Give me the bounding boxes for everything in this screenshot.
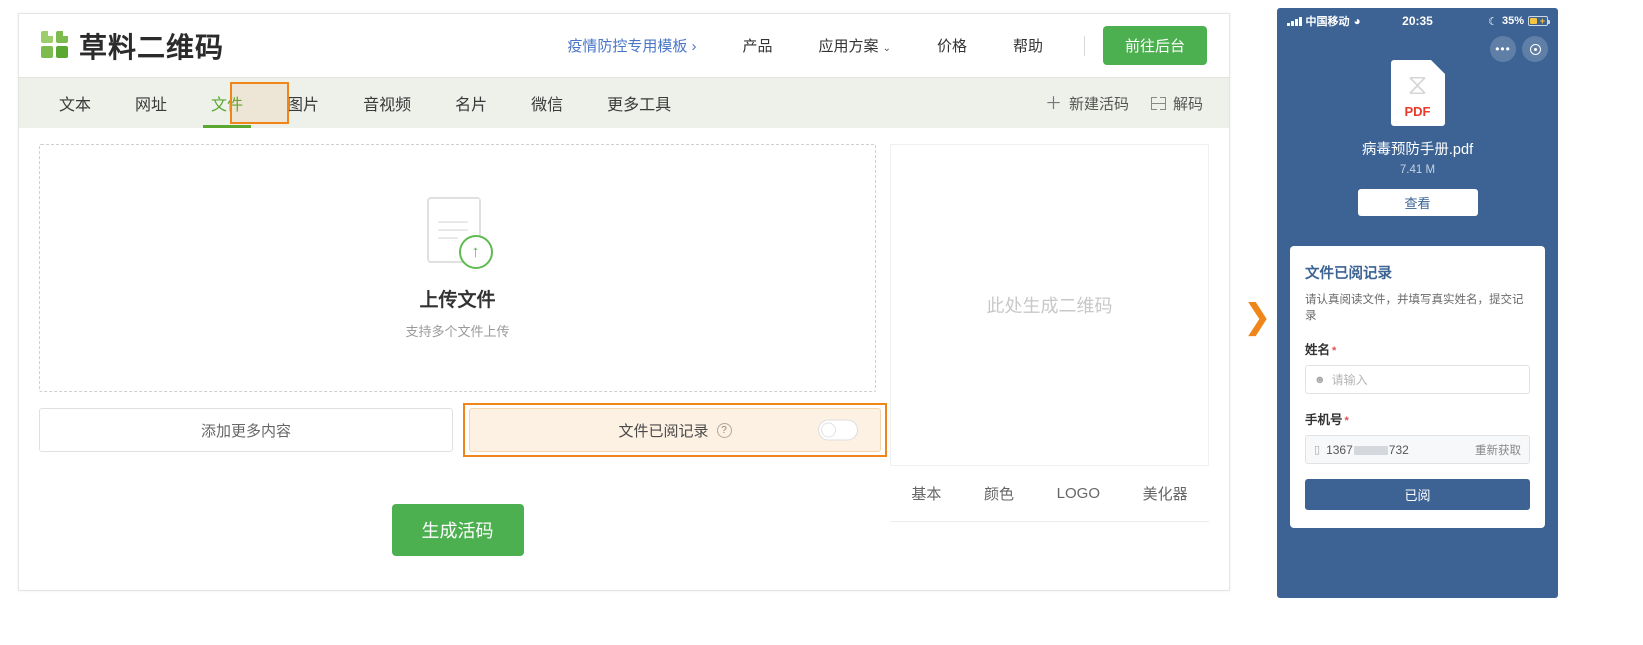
mobile-phone-icon: ▯: [1314, 444, 1321, 456]
qr-preview-placeholder: 此处生成二维码: [890, 144, 1209, 466]
required-asterisk-icon: *: [1332, 345, 1337, 357]
new-dynamic-code-button[interactable]: ＋ 新建活码: [1045, 93, 1129, 114]
web-app-window: 草料二维码 疫情防控专用模板 › 产品 应用方案 ⌄ 价格 帮助 前往后台 文本 …: [18, 13, 1230, 591]
phone-status-bar: 中国移动 ◕ 20:35 ☾ 35% +: [1277, 8, 1558, 34]
nav-item-help[interactable]: 帮助: [990, 35, 1066, 56]
read-record-form-card: 文件已阅记录 请认真阅读文件，并填写真实姓名，提交记录 姓名 * ☻ 请输入 手机…: [1290, 246, 1545, 528]
tab-text[interactable]: 文本: [37, 78, 113, 128]
site-header: 草料二维码 疫情防控专用模板 › 产品 应用方案 ⌄ 价格 帮助 前往后台: [19, 14, 1229, 77]
phone-field-label: 手机号 *: [1305, 409, 1530, 428]
phone-input-value: 1367 732: [1326, 443, 1409, 457]
new-dynamic-code-label: 新建活码: [1068, 95, 1129, 113]
form-title: 文件已阅记录: [1305, 266, 1392, 282]
user-icon: ☻: [1314, 373, 1326, 386]
tab-file[interactable]: 文件: [189, 78, 265, 128]
masked-digits: [1353, 445, 1388, 455]
name-input[interactable]: ☻ 请输入: [1305, 365, 1530, 394]
decode-button[interactable]: 解码: [1150, 93, 1203, 114]
plus-icon: ＋: [1044, 93, 1062, 113]
qr-tab-beautifier[interactable]: 美化器: [1143, 483, 1188, 504]
file-read-record-toggle-row[interactable]: 文件已阅记录 ?: [469, 408, 881, 452]
battery-icon: +: [1528, 16, 1550, 26]
moon-icon: ☾: [1488, 15, 1498, 28]
help-question-icon[interactable]: ?: [716, 422, 732, 438]
form-subtitle: 请认真阅读文件，并填写真实姓名，提交记录: [1305, 294, 1524, 322]
status-right: ☾ 35% +: [1488, 15, 1550, 28]
upload-file-icon: ↑: [426, 196, 493, 269]
decode-label: 解码: [1172, 95, 1203, 113]
site-logo[interactable]: 草料二维码: [41, 26, 224, 66]
flow-arrow-icon: ❯: [1243, 297, 1272, 337]
go-to-console-button[interactable]: 前往后台: [1102, 26, 1207, 65]
pdf-file-icon: ⧖ PDF: [1390, 60, 1445, 126]
name-label-text: 姓名: [1305, 343, 1331, 357]
generate-button-wrap: 生成活码: [39, 504, 876, 556]
editor-left-column: ↑ 上传文件 支持多个文件上传 添加更多内容 文件已阅记录 ? 生成活码: [39, 144, 887, 591]
tab-url[interactable]: 网址: [113, 78, 189, 128]
tabbar-actions: ＋ 新建活码 解码: [1045, 78, 1211, 128]
screenshot-root: 草料二维码 疫情防控专用模板 › 产品 应用方案 ⌄ 价格 帮助 前往后台 文本 …: [0, 0, 1643, 645]
file-read-record-label: 文件已阅记录: [618, 422, 709, 440]
qr-tab-basic[interactable]: 基本: [911, 483, 941, 504]
editor-content: ↑ 上传文件 支持多个文件上传 添加更多内容 文件已阅记录 ? 生成活码 此处生…: [19, 128, 1229, 591]
chevron-down-icon: ⌄: [882, 43, 891, 54]
nav-item-solutions[interactable]: 应用方案 ⌄: [796, 35, 914, 56]
tab-business-card[interactable]: 名片: [433, 78, 509, 128]
phone-file-card: ⧖ PDF 病毒预防手册.pdf 7.41 M 查看: [1277, 34, 1558, 230]
name-field-label: 姓名 *: [1305, 339, 1530, 358]
qr-tab-color[interactable]: 颜色: [984, 483, 1014, 504]
phone-prefix: 1367: [1326, 442, 1353, 457]
close-mini-program-button[interactable]: [1522, 36, 1548, 62]
ellipsis-icon: •••: [1495, 42, 1511, 56]
file-read-record-switch[interactable]: [818, 419, 858, 441]
header-divider: [1083, 35, 1085, 56]
qr-tab-logo[interactable]: LOGO: [1057, 485, 1100, 502]
nav-item-template[interactable]: 疫情防控专用模板 ›: [544, 35, 719, 56]
nav-item-pricing[interactable]: 价格: [914, 35, 990, 56]
logo-text: 草料二维码: [79, 31, 225, 63]
phone-preview: 中国移动 ◕ 20:35 ☾ 35% + ••• ⧖ PDF 病毒预防手册.pd…: [1277, 8, 1558, 598]
required-asterisk-icon-2: *: [1344, 415, 1349, 427]
submit-read-button[interactable]: 已阅: [1305, 479, 1530, 510]
add-more-content-button[interactable]: 添加更多内容: [39, 408, 453, 452]
nav-item-solutions-label: 应用方案: [818, 38, 879, 55]
tab-more-tools[interactable]: 更多工具: [585, 78, 693, 128]
dropzone-title: 上传文件: [419, 289, 496, 311]
phone-file-name: 病毒预防手册.pdf: [1361, 142, 1474, 158]
generate-dynamic-code-button[interactable]: 生成活码: [391, 504, 524, 556]
tab-wechat[interactable]: 微信: [509, 78, 585, 128]
target-circle-icon: [1529, 43, 1541, 55]
more-options-button[interactable]: •••: [1490, 36, 1516, 62]
nav-item-products[interactable]: 产品: [720, 35, 796, 56]
phone-label-text: 手机号: [1305, 413, 1343, 427]
type-tabbar: 文本 网址 文件 图片 音视频 名片 微信 更多工具 ＋ 新建活码 解码: [19, 77, 1229, 128]
logo-qr-icon: [41, 30, 71, 61]
mini-program-capsule: •••: [1490, 36, 1548, 62]
pdf-type-label: PDF: [1404, 104, 1431, 119]
decode-icon: [1150, 96, 1166, 110]
name-input-placeholder: 请输入: [1331, 373, 1368, 387]
header-nav: 疫情防控专用模板 › 产品 应用方案 ⌄ 价格 帮助 前往后台: [544, 26, 1207, 65]
qr-preview-column: 此处生成二维码 基本 颜色 LOGO 美化器: [890, 144, 1209, 591]
editor-actions-row: 添加更多内容 文件已阅记录 ?: [39, 403, 887, 457]
file-dropzone[interactable]: ↑ 上传文件 支持多个文件上传: [39, 144, 877, 392]
tab-audio-video[interactable]: 音视频: [341, 78, 433, 128]
view-file-button[interactable]: 查看: [1357, 189, 1478, 216]
resend-code-button[interactable]: 重新获取: [1475, 442, 1521, 458]
phone-input[interactable]: ▯ 1367 732 重新获取: [1305, 435, 1530, 464]
phone-suffix: 732: [1388, 442, 1409, 457]
dropzone-subtitle: 支持多个文件上传: [405, 323, 510, 339]
tab-image[interactable]: 图片: [265, 78, 341, 128]
upload-arrow-icon: ↑: [458, 234, 493, 269]
phone-file-size: 7.41 M: [1399, 164, 1436, 176]
battery-percent-label: 35%: [1501, 15, 1524, 27]
qr-style-tabs: 基本 颜色 LOGO 美化器: [890, 466, 1209, 522]
